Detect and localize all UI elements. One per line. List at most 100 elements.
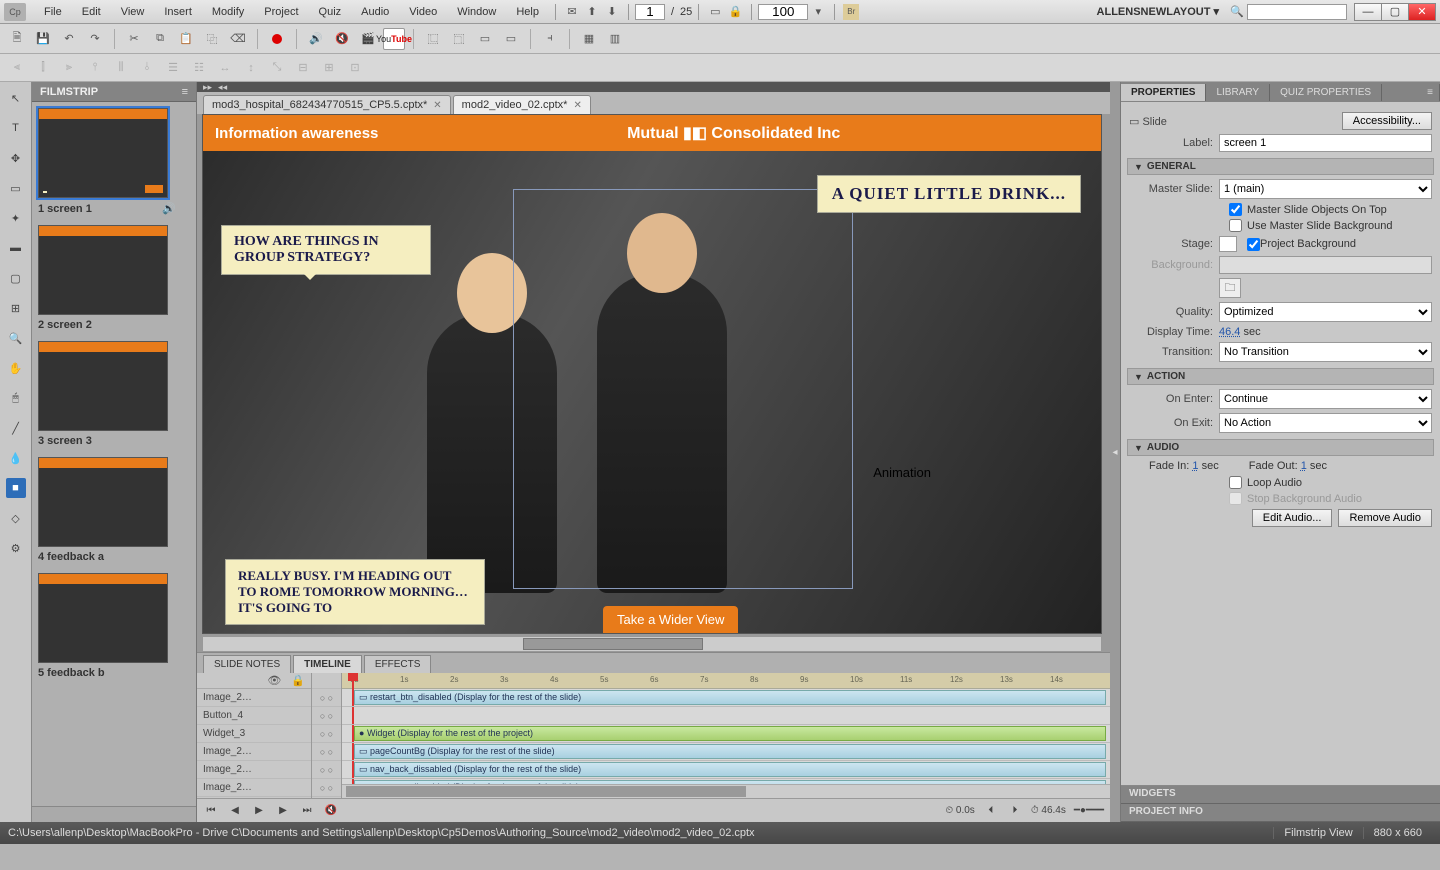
youtube-icon[interactable]: YouTube <box>383 28 405 50</box>
quality-select[interactable]: Optimized <box>1219 302 1432 322</box>
grid-icon[interactable]: ▦ <box>578 28 600 50</box>
align-left-icon[interactable]: ⫷ <box>6 58 28 78</box>
align-middle-icon[interactable]: ⫼ <box>110 58 132 78</box>
mute-icon[interactable]: 🔇 <box>331 28 353 50</box>
group-icon[interactable]: ⿺ <box>422 28 444 50</box>
mail-icon[interactable]: ✉ <box>564 4 580 20</box>
speech-bubble-2[interactable]: REALLY BUSY. I'M HEADING OUT TO ROME TOM… <box>225 559 485 625</box>
chk-use-master-bg[interactable] <box>1229 219 1242 232</box>
chk-project-bg[interactable] <box>1247 238 1260 251</box>
timeline-clip[interactable]: ▭ pageCountBg (Display for the rest of t… <box>354 744 1106 759</box>
align-center-icon[interactable]: ⫿ <box>32 58 54 78</box>
hand-tool-icon[interactable]: ✋ <box>6 358 26 378</box>
upload-icon[interactable]: ⬆ <box>584 4 600 20</box>
align-bottom-icon[interactable]: ⫰ <box>136 58 158 78</box>
step-fwd-icon[interactable]: ▶ <box>275 803 291 819</box>
timeline-toggles[interactable]: ○ ○ <box>312 707 341 725</box>
duplicate-icon[interactable]: ⿻ <box>201 28 223 50</box>
menu-edit[interactable]: Edit <box>72 6 111 18</box>
lock-icon[interactable]: 🔒 <box>727 4 743 20</box>
rollover-tool-icon[interactable]: ▬ <box>6 238 26 258</box>
caption-topright[interactable]: A QUIET LITTLE DRINK... <box>817 175 1081 213</box>
filmstrip-menu-icon[interactable]: ≡ <box>182 86 188 98</box>
timeline-row-label[interactable]: Button_4 <box>197 707 311 725</box>
timeline-row-label[interactable]: Widget_3 <box>197 725 311 743</box>
timeline-clip[interactable]: ▭ restart_btn_disabled (Display for the … <box>354 690 1106 705</box>
undo-icon[interactable]: ↶ <box>58 28 80 50</box>
tab-library[interactable]: LIBRARY <box>1206 84 1270 101</box>
redo-icon[interactable]: ↷ <box>84 28 106 50</box>
lock-header-icon[interactable]: 🔒 <box>291 674 305 687</box>
menu-audio[interactable]: Audio <box>351 6 399 18</box>
browse-bg-icon[interactable]: 🗀 <box>1219 278 1241 298</box>
minimize-button[interactable]: — <box>1354 3 1382 21</box>
menu-video[interactable]: Video <box>399 6 447 18</box>
remove-audio-button[interactable]: Remove Audio <box>1338 509 1432 527</box>
timeline-clip[interactable]: ▭ nav_back_dissabled (Display for the re… <box>354 762 1106 777</box>
highlight-tool-icon[interactable]: ✦ <box>6 208 26 228</box>
project-info-panel-tab[interactable]: PROJECT INFO <box>1121 804 1440 822</box>
browser-icon[interactable]: Br <box>843 4 859 20</box>
eyedropper-tool-icon[interactable]: 💧 <box>6 448 26 468</box>
ungroup-icon[interactable]: ⿹ <box>448 28 470 50</box>
slide-icon[interactable]: ▭ <box>474 28 496 50</box>
edit-audio-button[interactable]: Edit Audio... <box>1252 509 1333 527</box>
widget-tool-icon[interactable]: ⚙ <box>6 538 26 558</box>
on-exit-select[interactable]: No Action <box>1219 413 1432 433</box>
button-tool-icon[interactable]: ⊞ <box>6 298 26 318</box>
chk-loop-audio[interactable] <box>1229 476 1242 489</box>
menu-file[interactable]: File <box>34 6 72 18</box>
timeline-toggles[interactable]: ○ ○ <box>312 689 341 707</box>
speech-bubble-1[interactable]: HOW ARE THINGS IN GROUP STRATEGY? <box>221 225 431 275</box>
vertical-split-handle[interactable]: ◂ <box>1110 82 1120 822</box>
prev-marker-icon[interactable]: ⏴ <box>983 803 999 819</box>
goto-start-icon[interactable]: ⏮ <box>203 803 219 819</box>
audio-icon[interactable]: 🔊 <box>305 28 327 50</box>
download-icon[interactable]: ⬇ <box>604 4 620 20</box>
color-swatch-icon[interactable]: ■ <box>6 478 26 498</box>
visibility-header-icon[interactable]: 👁 <box>267 674 281 687</box>
page-current-input[interactable] <box>635 4 665 20</box>
timeline-toggles[interactable]: ○ ○ <box>312 725 341 743</box>
smartshape-tool-icon[interactable]: ◇ <box>6 508 26 528</box>
paste-icon[interactable]: 📋 <box>175 28 197 50</box>
maximize-button[interactable]: ▢ <box>1381 3 1409 21</box>
caption-tool-icon[interactable]: ▭ <box>6 178 26 198</box>
tab-properties[interactable]: PROPERTIES <box>1121 84 1206 101</box>
save-icon[interactable]: 💾 <box>32 28 54 50</box>
clickbox-tool-icon[interactable]: ▢ <box>6 268 26 288</box>
selection-rectangle[interactable] <box>513 189 853 589</box>
filmstrip-scrollbar[interactable] <box>32 806 196 822</box>
timeline-scrollbar[interactable] <box>342 784 1110 798</box>
timeline-toggles[interactable]: ○ ○ <box>312 779 341 797</box>
zoom-dropdown-icon[interactable]: ▾ <box>810 4 826 20</box>
panel-menu-icon[interactable]: ≡ <box>1421 84 1440 101</box>
fade-out-value[interactable]: 1 <box>1301 460 1307 472</box>
same-size-icon[interactable]: ⤡ <box>266 58 288 78</box>
display-time-value[interactable]: 46.4 <box>1219 326 1240 338</box>
menu-quiz[interactable]: Quiz <box>309 6 352 18</box>
menu-modify[interactable]: Modify <box>202 6 254 18</box>
tab-timeline[interactable]: TIMELINE <box>293 655 362 673</box>
accessibility-button[interactable]: Accessibility... <box>1342 112 1432 130</box>
same-height-icon[interactable]: ↕ <box>240 58 262 78</box>
slide-thumb-3[interactable] <box>38 341 168 431</box>
close-tab-icon[interactable]: ✕ <box>573 100 581 111</box>
selection-tool-icon[interactable]: ↖ <box>6 88 26 108</box>
menu-window[interactable]: Window <box>447 6 506 18</box>
grid2-icon[interactable]: ▥ <box>604 28 626 50</box>
align-right-icon[interactable]: ⫸ <box>58 58 80 78</box>
distribute-h-icon[interactable]: ☰ <box>162 58 184 78</box>
menu-view[interactable]: View <box>111 6 155 18</box>
align-icon[interactable]: ⫞ <box>539 28 561 50</box>
slide-thumb-2[interactable] <box>38 225 168 315</box>
slide-thumb-1[interactable] <box>38 108 168 198</box>
text-tool-icon[interactable]: T <box>6 118 26 138</box>
workspace-dropdown[interactable]: ALLENSNEWLAYOUT ▾ <box>1089 5 1227 18</box>
document-tab-1[interactable]: mod3_hospital_682434770515_CP5.5.cptx*✕ <box>203 95 451 114</box>
timeline-ruler[interactable]: 0s 1s 2s 3s 4s 5s 6s 7s 8s 9s 10s 11s 12… <box>342 673 1110 689</box>
snap-icon[interactable]: ⊡ <box>344 58 366 78</box>
align-top-icon[interactable]: ⫯ <box>84 58 106 78</box>
zoom-slider[interactable]: ━●━━━ <box>1074 805 1104 816</box>
zoom-tool-icon[interactable]: 🔍 <box>6 328 26 348</box>
